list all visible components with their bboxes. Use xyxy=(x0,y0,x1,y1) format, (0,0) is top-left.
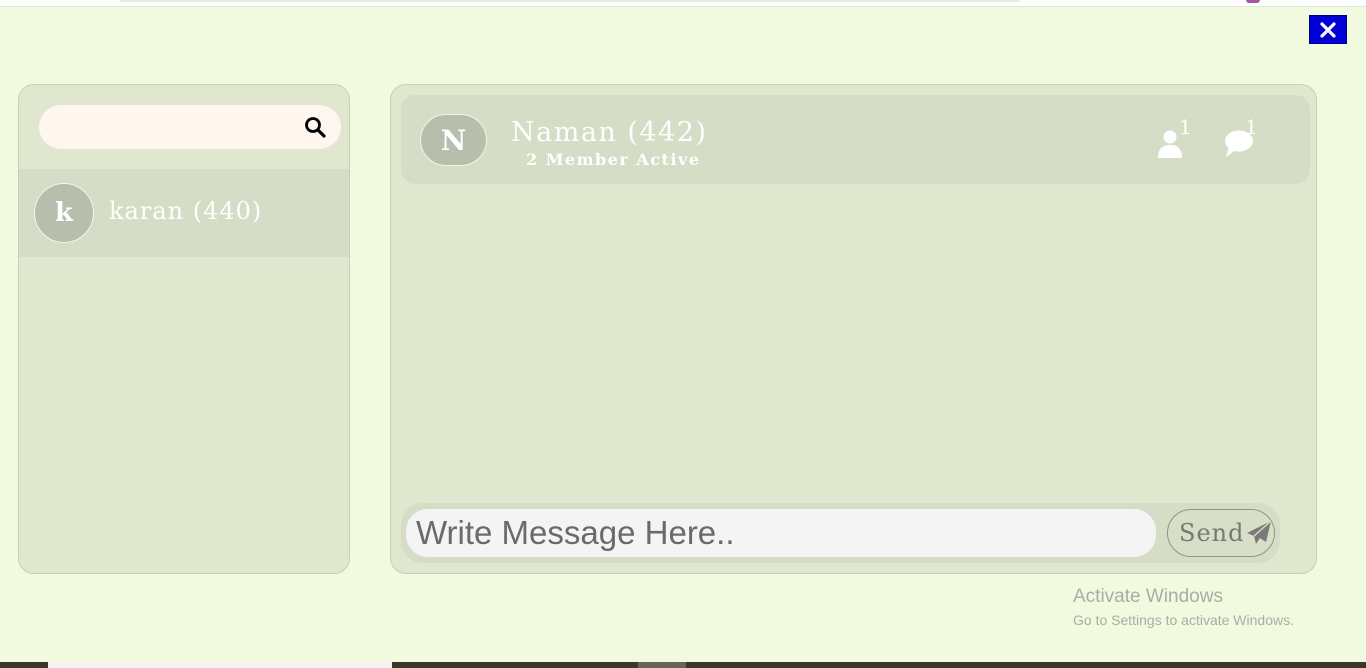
top-browser-strip xyxy=(0,0,1366,7)
message-composer: Send xyxy=(401,503,1280,563)
taskbar-segment xyxy=(48,662,392,668)
watermark-subtitle: Go to Settings to activate Windows. xyxy=(1073,612,1294,628)
contact-name: karan (440) xyxy=(109,197,263,225)
messages-button[interactable]: 1 xyxy=(1223,115,1263,163)
paper-plane-icon xyxy=(1247,520,1272,544)
contacts-panel: k karan (440) xyxy=(18,84,350,574)
close-button[interactable] xyxy=(1309,15,1347,44)
chat-header: N Naman (442) 2 Member Active 1 1 xyxy=(401,95,1310,184)
taskbar-segment xyxy=(638,662,686,668)
chat-avatar: N xyxy=(420,114,487,166)
chat-page: k karan (440) N Naman (442) 2 Member Act… xyxy=(0,0,1366,668)
activate-windows-watermark: Activate Windows Go to Settings to activ… xyxy=(1073,586,1294,628)
close-icon xyxy=(1320,21,1336,38)
search-icon[interactable] xyxy=(303,115,327,139)
watermark-title: Activate Windows xyxy=(1073,586,1223,607)
send-button[interactable]: Send xyxy=(1167,509,1275,557)
chat-title: Naman (442) xyxy=(511,117,708,148)
message-input[interactable] xyxy=(406,509,1156,557)
chat-subtitle: 2 Member Active xyxy=(526,150,701,169)
send-label: Send xyxy=(1179,519,1245,547)
taskbar-strip xyxy=(0,662,1366,668)
contact-item-karan[interactable]: k karan (440) xyxy=(19,169,349,257)
members-button[interactable]: 1 xyxy=(1157,115,1197,163)
chat-panel: N Naman (442) 2 Member Active 1 1 Write … xyxy=(390,84,1317,574)
members-count: 1 xyxy=(1179,115,1192,139)
search-box xyxy=(39,105,341,151)
contact-avatar: k xyxy=(34,183,94,243)
top-strip-bar xyxy=(120,0,1020,2)
top-strip-mark xyxy=(1246,0,1260,3)
search-input[interactable] xyxy=(53,105,307,151)
messages-count: 1 xyxy=(1245,115,1258,139)
